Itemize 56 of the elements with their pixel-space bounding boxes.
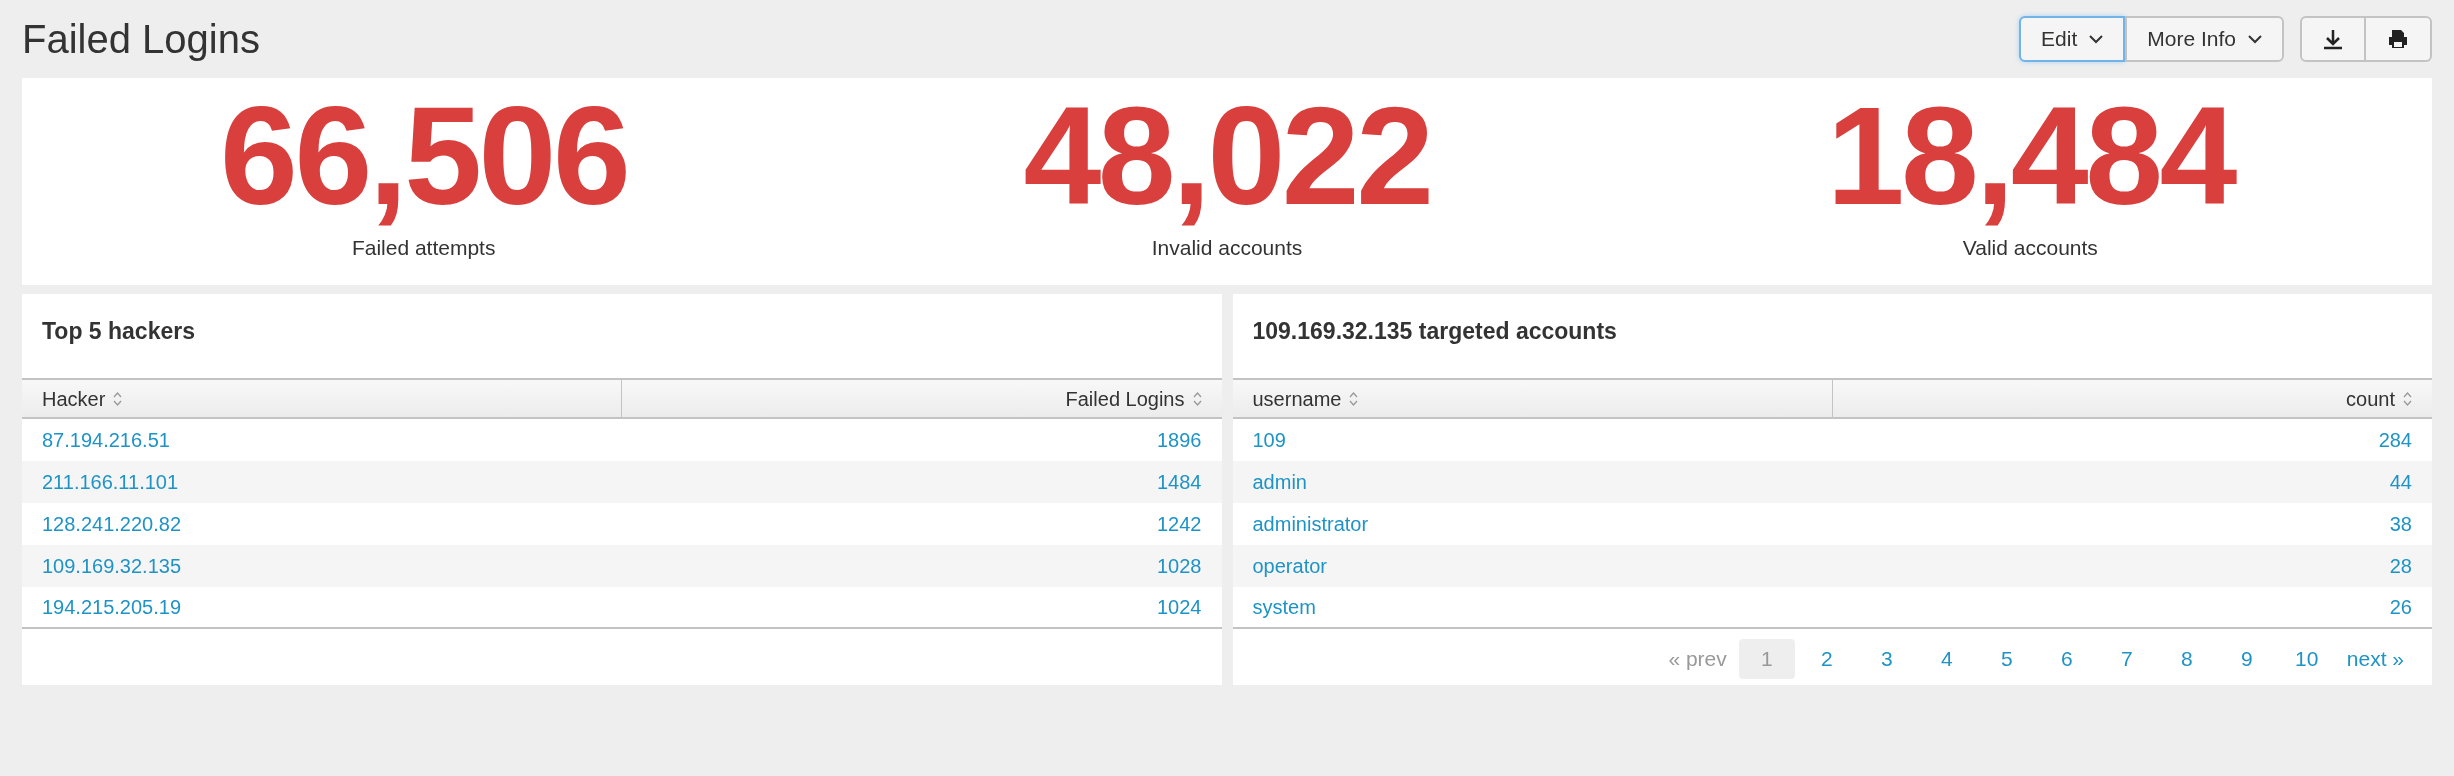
page-link[interactable]: 2 xyxy=(1798,639,1855,679)
table-cell-link[interactable]: admin xyxy=(1232,467,1833,497)
table-cell-link[interactable]: 87.194.216.51 xyxy=(22,425,622,455)
download-button[interactable] xyxy=(2300,16,2366,62)
table-cell-link[interactable]: 44 xyxy=(1832,467,2432,497)
table-cell-link[interactable]: 26 xyxy=(1832,592,2432,622)
table-cell-link[interactable]: 284 xyxy=(1832,425,2432,455)
table-cell-link[interactable]: 211.166.11.101 xyxy=(22,467,622,497)
chevron-down-icon xyxy=(2089,34,2104,44)
page-link[interactable]: 10 xyxy=(2278,639,2335,679)
table-cell-link[interactable]: 1024 xyxy=(621,592,1222,622)
sort-icon xyxy=(1192,391,1202,406)
column-header[interactable]: Failed Logins xyxy=(621,380,1222,417)
sort-icon xyxy=(113,391,123,406)
table-cell-link[interactable]: 194.215.205.19 xyxy=(22,592,622,622)
table-cell-link[interactable]: 1028 xyxy=(621,551,1222,581)
stat-label: Valid accounts xyxy=(1962,235,2098,261)
sort-icon xyxy=(2403,391,2412,406)
table-cell-link[interactable]: 28 xyxy=(1832,551,2432,581)
table-cell-link[interactable]: 1896 xyxy=(621,425,1222,455)
stat-label: Invalid accounts xyxy=(1151,235,1303,261)
table-cell-link[interactable]: 1242 xyxy=(621,509,1222,539)
column-header[interactable]: count xyxy=(1831,380,2432,417)
page-link[interactable]: 6 xyxy=(2038,639,2095,679)
page-link[interactable]: 3 xyxy=(1858,639,1915,679)
chevron-down-icon xyxy=(2248,34,2262,44)
printer-icon xyxy=(2387,28,2409,50)
table-cell-link[interactable]: 109 xyxy=(1232,425,1833,455)
stat-value: 18,484 xyxy=(1826,86,2234,226)
table-cell-link[interactable]: 128.241.220.82 xyxy=(22,509,622,539)
download-icon xyxy=(2322,28,2344,50)
page-link[interactable]: 1 xyxy=(1738,639,1795,679)
page-link[interactable]: 5 xyxy=(1978,639,2035,679)
table-cell-link[interactable]: 38 xyxy=(1832,509,2432,539)
table-cell-link[interactable]: 1484 xyxy=(621,467,1222,497)
column-header[interactable]: username xyxy=(1232,380,1832,417)
page-link[interactable]: 7 xyxy=(2098,639,2155,679)
print-button[interactable] xyxy=(2366,16,2432,62)
panel-title: Top 5 hackers xyxy=(41,317,196,346)
stat-value: 48,022 xyxy=(1023,86,1431,226)
menu-button[interactable]: More Info xyxy=(2125,16,2284,62)
table-cell-link[interactable]: system xyxy=(1232,592,1833,622)
table-cell-link[interactable]: 109.169.32.135 xyxy=(22,551,622,581)
stat-label: Failed attempts xyxy=(351,235,496,261)
table-cell-link[interactable]: operator xyxy=(1232,551,1833,581)
page-link[interactable]: 9 xyxy=(2218,639,2275,679)
panel-title: 109.169.32.135 targeted accounts xyxy=(1251,317,1618,346)
page-title: Failed Logins xyxy=(22,16,261,63)
sort-icon xyxy=(1349,391,1359,406)
table-cell-link[interactable]: administrator xyxy=(1232,509,1833,539)
next-link[interactable]: next » xyxy=(2338,643,2412,675)
page-link[interactable]: 8 xyxy=(2158,639,2215,679)
menu-button[interactable]: Edit xyxy=(2019,16,2126,62)
page-link[interactable]: 4 xyxy=(1918,639,1975,679)
column-header[interactable]: Hacker xyxy=(22,380,622,417)
stat-value: 66,506 xyxy=(220,86,628,226)
